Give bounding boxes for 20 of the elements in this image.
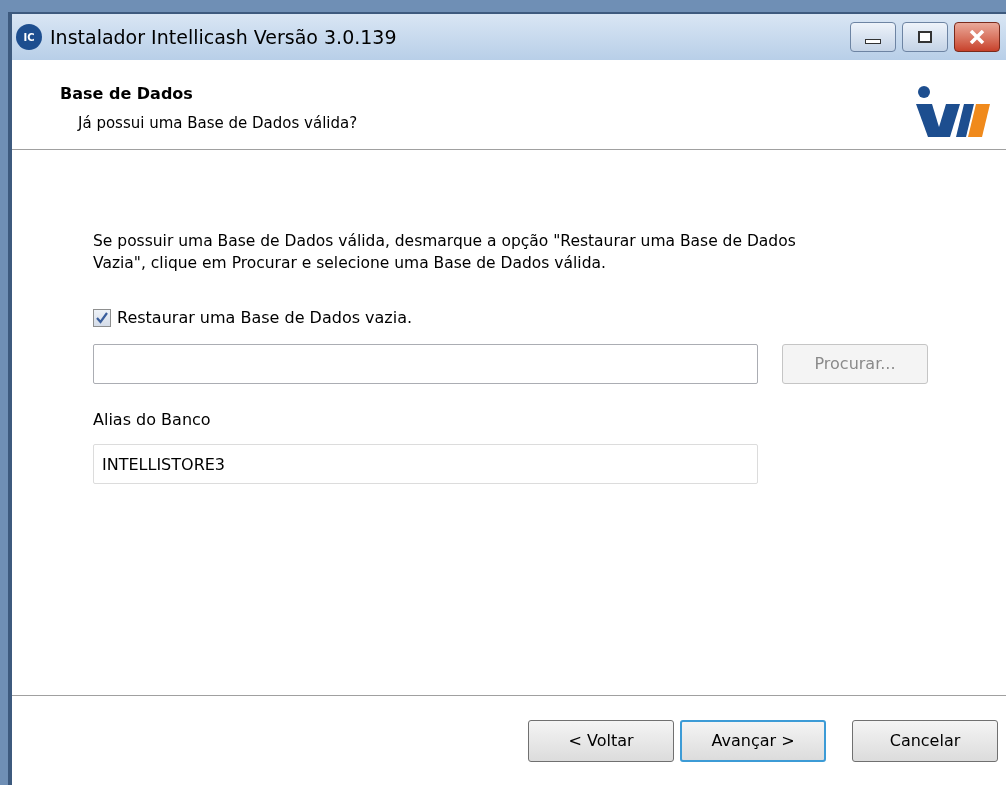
minimize-button[interactable] [850,22,896,52]
checkbox-label: Restaurar uma Base de Dados vazia. [117,307,413,329]
maximize-button[interactable] [902,22,948,52]
path-field[interactable] [93,344,758,384]
alias-label: Alias do Banco [93,409,212,431]
instructions-text: Se possuir uma Base de Dados válida, desmarque a opção "Restaurar uma Base de Dados Vazia", clique em Procurar e selecione uma Base de Dados válida. [93,231,797,274]
wizard-button[interactable]: < Voltar [528,719,674,762]
wizard-button[interactable]: Avançar > [680,719,826,762]
wizard-button[interactable]: Cancelar [852,719,998,762]
app-icon: IC [16,24,42,50]
restore-checkbox[interactable] [93,309,111,327]
page-title: Base de Dados [60,83,194,105]
close-icon [969,30,985,44]
close-button[interactable] [954,22,1000,52]
page-subtitle: Já possui uma Base de Dados válida? [76,113,358,134]
minimize-icon [865,38,881,44]
window-title: Instalador Intellicash Versão 3.0.139 [50,24,398,50]
maximize-icon [918,31,932,43]
checkmark-icon [96,312,108,324]
alias-field[interactable]: INTELLISTORE3 [93,444,758,484]
